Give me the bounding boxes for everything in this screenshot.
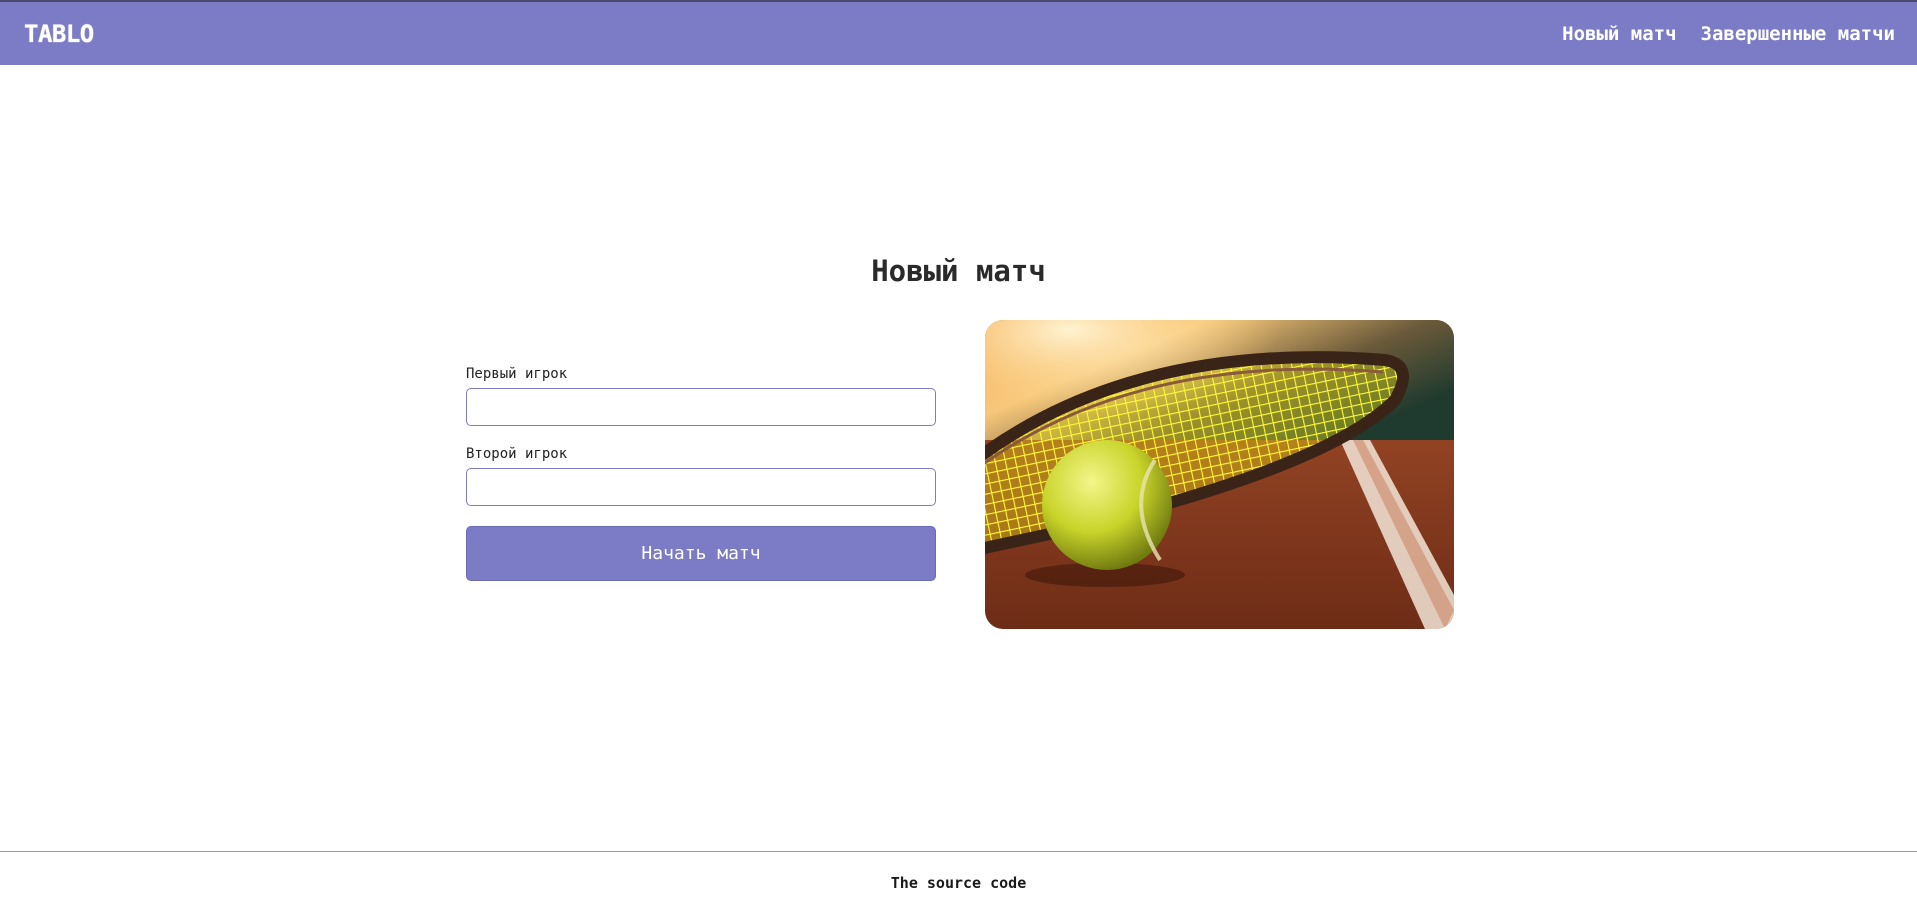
tennis-image — [985, 320, 1454, 629]
page-title: Новый матч — [871, 254, 1046, 288]
player1-input[interactable] — [466, 388, 936, 426]
footer-divider — [0, 851, 1917, 852]
main-nav: Новый матч Завершенные матчи — [1562, 23, 1895, 45]
new-match-form: Первый игрок Второй игрок Начать матч — [466, 366, 936, 581]
player1-label: Первый игрок — [466, 366, 568, 382]
nav-new-match-link[interactable]: Новый матч — [1562, 23, 1676, 45]
player2-group: Второй игрок — [466, 446, 936, 506]
nav-finished-matches-link[interactable]: Завершенные матчи — [1701, 23, 1895, 45]
start-match-button[interactable]: Начать матч — [466, 526, 936, 581]
site-logo[interactable]: TABLO — [24, 20, 94, 48]
player2-label: Второй игрок — [466, 446, 568, 462]
top-navbar: TABLO Новый матч Завершенные матчи — [0, 0, 1917, 65]
source-code-link[interactable]: The source code — [0, 874, 1917, 892]
player2-input[interactable] — [466, 468, 936, 506]
